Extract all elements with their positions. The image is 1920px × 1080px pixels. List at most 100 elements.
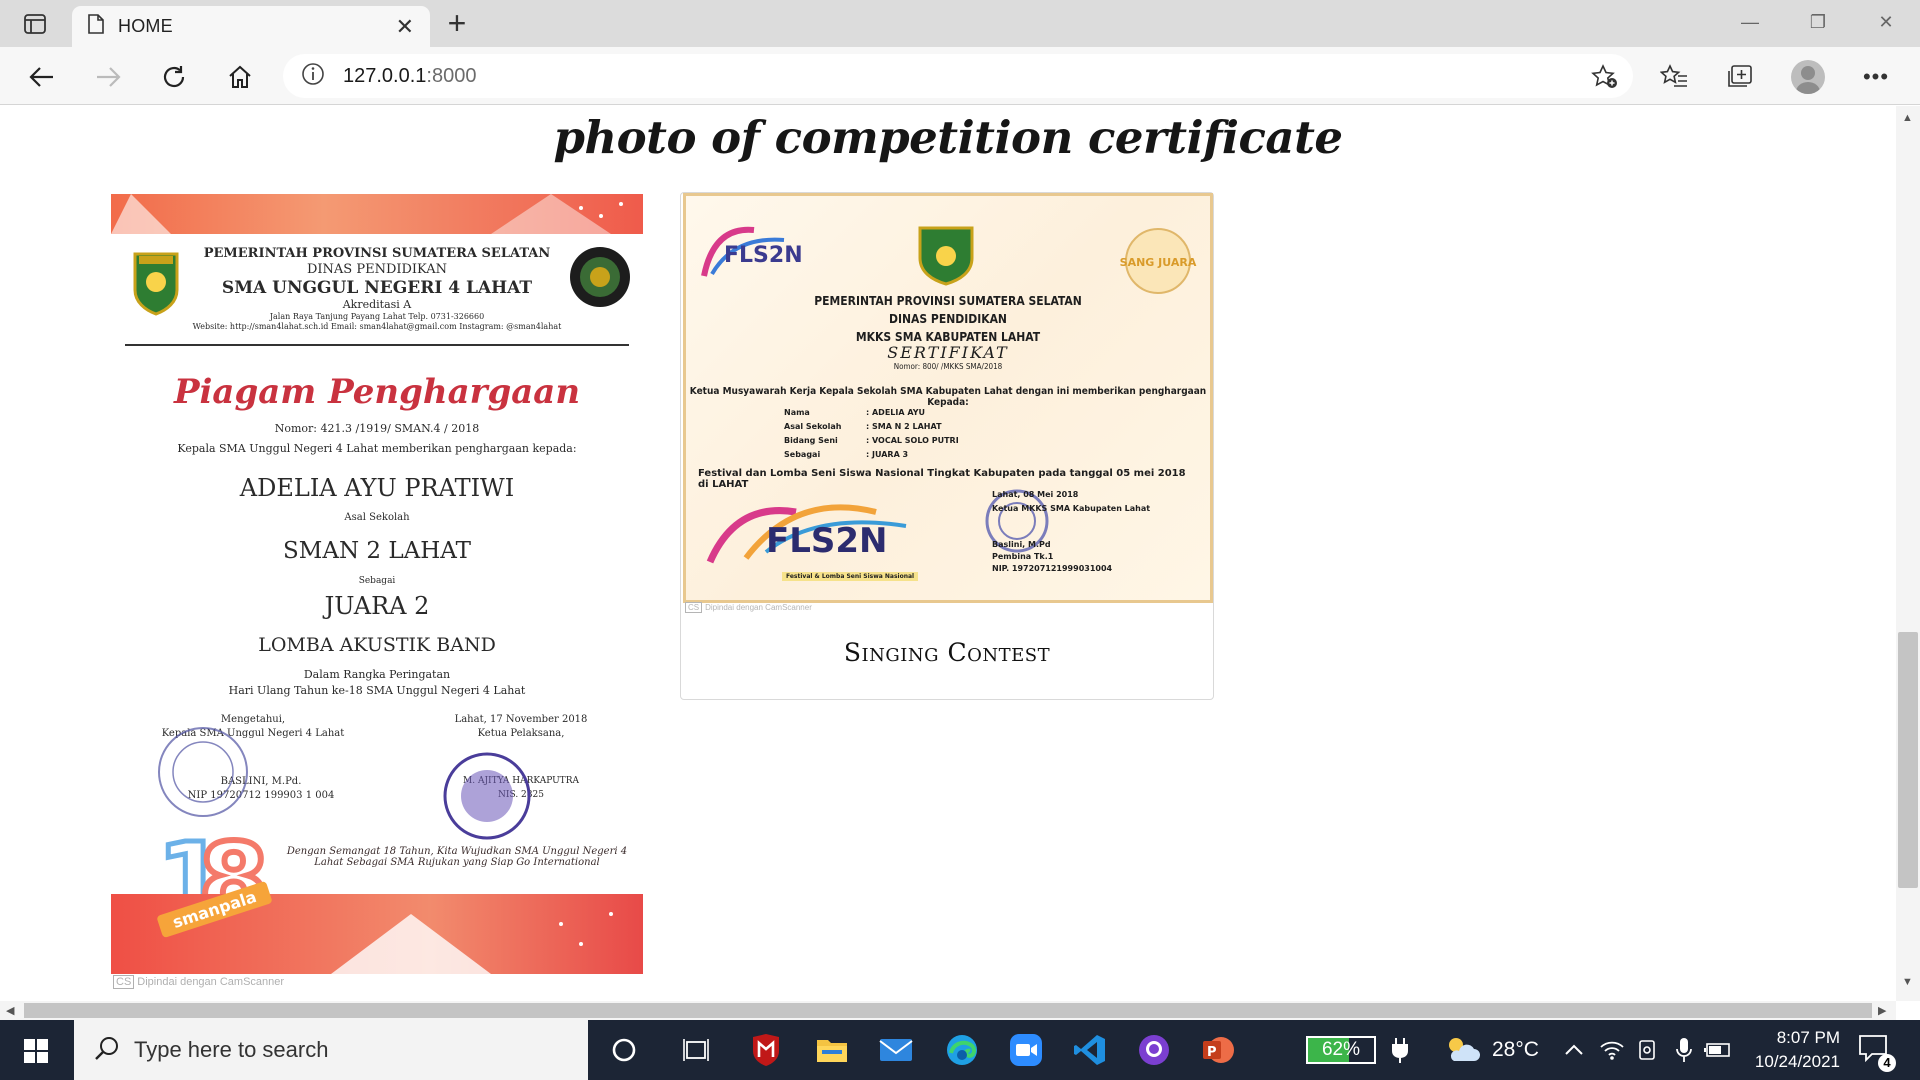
vertical-scroll-thumb[interactable]	[1898, 632, 1918, 888]
zoom-icon[interactable]	[1004, 1030, 1048, 1070]
certificate-card[interactable]: FLS2N SANG JUARA PEMERINTAH PROVINSI SUM…	[680, 192, 1214, 700]
as-label: Sebagai	[358, 576, 396, 586]
certificate-date: Lahat, 17 November 2018	[454, 714, 588, 725]
scroll-up-icon[interactable]: ▲	[1902, 112, 1913, 124]
clock[interactable]: 8:07 PM 10/24/2021	[1730, 1026, 1840, 1074]
school-address: Jalan Raya Tanjung Payang Lahat Telp. 07…	[269, 312, 485, 321]
favorites-icon[interactable]	[1654, 57, 1694, 97]
certificate-image: PEMERINTAH PROVINSI SUMATERA SELATAN DIN…	[111, 194, 643, 974]
svg-text:FLS2N: FLS2N	[766, 521, 888, 561]
page-viewport: photo of competition certificate PEMERIN…	[0, 106, 1896, 1001]
scroll-down-icon[interactable]: ▼	[1902, 976, 1913, 988]
tab-actions-icon[interactable]	[14, 10, 56, 38]
gov-line-3: MKKS SMA KABUPATEN LAHAT	[855, 330, 1041, 344]
field-label: Sebagai	[784, 450, 821, 459]
address-bar[interactable]: 127.0.0.1:8000	[283, 54, 1633, 98]
card-caption: Singing Contest	[843, 638, 1051, 667]
gov-line-1: PEMERINTAH PROVINSI SUMATERA SELATAN	[203, 246, 551, 261]
page-icon	[88, 14, 104, 39]
refresh-button[interactable]	[154, 57, 194, 97]
search-placeholder: Type here to search	[134, 1037, 329, 1062]
collections-icon[interactable]	[1720, 57, 1760, 97]
certificate-card[interactable]: PEMERINTAH PROVINSI SUMATERA SELATAN DIN…	[111, 194, 643, 994]
forward-button[interactable]	[88, 57, 128, 97]
svg-text:P: P	[1207, 1045, 1217, 1060]
given-by: Kepala SMA Unggul Negeri 4 Lahat memberi…	[177, 442, 577, 455]
mail-icon[interactable]	[874, 1030, 918, 1070]
taskbar: Type here to search P 62% 28°C 8:07 PM 1…	[0, 1020, 1920, 1080]
restore-button[interactable]: ❐	[1784, 0, 1852, 44]
chair-title: Ketua Pelaksana,	[477, 728, 565, 739]
minimize-button[interactable]: —	[1716, 0, 1784, 44]
battery-indicator[interactable]: 62%	[1306, 1036, 1376, 1064]
osis-stamp-icon	[441, 750, 533, 847]
url-text[interactable]: 127.0.0.1:8000	[343, 65, 476, 88]
svg-text:FLS2N: FLS2N	[724, 243, 803, 268]
decorative-banner	[111, 194, 643, 234]
avatar	[1791, 60, 1825, 94]
scroll-left-icon[interactable]: ◀	[6, 1004, 14, 1017]
gov-line-1: PEMERINTAH PROVINSI SUMATERA SELATAN	[814, 294, 1082, 308]
cortana-icon[interactable]	[602, 1030, 646, 1070]
powerpoint-icon[interactable]: P	[1196, 1030, 1240, 1070]
certificate-number: Nomor: 800/ /MKKS SMA/2018	[893, 362, 1003, 371]
gov-line-2: DINAS PENDIDIKAN	[889, 312, 1007, 326]
event-line: Festival dan Lomba Seni Siswa Nasional T…	[698, 468, 1186, 490]
occasion-line-1: Dalam Rangka Peringatan	[303, 668, 451, 681]
vscode-icon[interactable]	[1068, 1030, 1112, 1070]
home-button[interactable]	[220, 57, 260, 97]
competition-event: LOMBA AKUSTIK BAND	[258, 634, 496, 656]
gov-line-2: DINAS PENDIDIKAN	[306, 262, 448, 277]
scroll-right-icon[interactable]: ▶	[1878, 1004, 1886, 1017]
new-tab-button[interactable]: +	[440, 7, 474, 40]
school-stamp-icon	[155, 724, 251, 825]
task-view-icon[interactable]	[674, 1030, 718, 1070]
tab-title: HOME	[118, 16, 173, 36]
page-heading: photo of competition certificate	[553, 111, 1343, 164]
province-emblem-icon	[916, 224, 976, 291]
fls2n-logo-icon: FLS2N	[706, 492, 926, 577]
mcafee-icon[interactable]	[744, 1030, 788, 1070]
occasion-line-2: Hari Ulang Tahun ke-18 SMA Unggul Negeri…	[228, 684, 526, 697]
school-contact: Website: http://sman4lahat.sch.id Email:…	[192, 322, 562, 331]
field-value: : ADELIA AYU	[866, 408, 926, 417]
profile-avatar[interactable]	[1788, 57, 1828, 97]
edge-icon[interactable]	[940, 1030, 984, 1070]
certificate-intro: Ketua Musyawarah Kerja Kepala Sekolah SM…	[689, 386, 1207, 408]
school-label: Asal Sekolah	[344, 512, 410, 523]
header-divider	[125, 344, 629, 346]
field-label: Bidang Seni	[784, 436, 838, 445]
power-plug-icon[interactable]	[1378, 1030, 1422, 1070]
signer-rank: Pembina Tk.1	[992, 552, 1054, 561]
tab-home[interactable]: HOME ✕	[72, 6, 430, 47]
accreditation: Akreditasi A	[342, 298, 412, 311]
certificate-title: SERTIFIKAT	[887, 343, 1009, 362]
certificate-title: Piagam Penghargaan	[173, 372, 581, 412]
field-label: Asal Sekolah	[784, 422, 842, 431]
add-favorite-icon[interactable]	[1591, 64, 1619, 95]
fls2n-subtitle: Festival & Lomba Seni Siswa Nasional	[782, 572, 919, 581]
close-window-button[interactable]: ✕	[1852, 0, 1920, 44]
motto: Dengan Semangat 18 Tahun, Kita Wujudkan …	[286, 846, 628, 868]
close-tab-icon[interactable]: ✕	[396, 14, 414, 40]
start-button[interactable]	[12, 1034, 60, 1068]
file-explorer-icon[interactable]	[810, 1030, 854, 1070]
clock-time: 8:07 PM	[1776, 1028, 1840, 1047]
sang-juara-stamp-icon: SANG JUARA	[1116, 226, 1200, 301]
certificate-number: Nomor: 421.3 /1919/ SMAN.4 / 2018	[274, 422, 480, 435]
back-button[interactable]	[22, 57, 62, 97]
clock-date: 10/24/2021	[1754, 1052, 1840, 1071]
horizontal-scroll-thumb[interactable]	[24, 1003, 1872, 1018]
fls2n-logo-icon: FLS2N	[694, 216, 814, 291]
weather-icon[interactable]	[1440, 1030, 1484, 1070]
more-menu-icon[interactable]: •••	[1856, 57, 1896, 97]
recipient-name: ADELIA AYU PRATIWI	[239, 474, 515, 502]
certificate-image: FLS2N SANG JUARA PEMERINTAH PROVINSI SUM…	[683, 193, 1213, 613]
field-value: : JUARA 3	[866, 450, 909, 459]
svg-text:SANG JUARA: SANG JUARA	[1120, 256, 1197, 269]
temperature: 28°C	[1492, 1038, 1539, 1061]
school-name: SMA UNGGUL NEGERI 4 LAHAT	[221, 278, 533, 298]
taskbar-search[interactable]: Type here to search	[74, 1020, 588, 1080]
site-info-icon[interactable]	[301, 62, 325, 91]
github-desktop-icon[interactable]	[1132, 1030, 1176, 1070]
